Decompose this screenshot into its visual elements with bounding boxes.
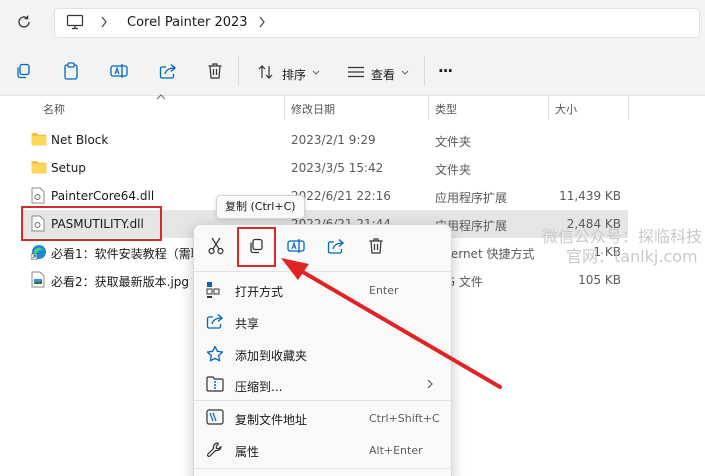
menu-item-label: 共享 xyxy=(235,317,260,331)
sort-ascending-icon xyxy=(156,94,166,100)
file-date: 2023/2/1 9:29 xyxy=(291,133,376,147)
column-divider[interactable] xyxy=(548,96,549,120)
file-name: 必看2：获取最新版本.jpg xyxy=(51,275,190,289)
view-button[interactable]: 查看 xyxy=(343,58,413,86)
trash-icon xyxy=(369,238,383,254)
menu-item-add-favorites[interactable] xyxy=(196,339,449,369)
file-size: 11,439 KB xyxy=(559,189,621,203)
menu-item-shortcut: Ctrl+Shift+C xyxy=(369,412,440,425)
file-type: 文件夹 xyxy=(435,135,472,149)
delete-button[interactable] xyxy=(204,60,226,82)
menu-item-label: 压缩到... xyxy=(235,380,283,394)
column-header-name[interactable]: 名称 xyxy=(43,101,65,117)
menu-divider xyxy=(194,468,451,469)
file-type: 文件夹 xyxy=(435,163,472,177)
share-button[interactable] xyxy=(157,60,179,82)
folder-icon xyxy=(31,132,47,146)
rename-button[interactable] xyxy=(284,234,308,258)
menu-item-share[interactable] xyxy=(196,307,449,337)
toolbar-divider xyxy=(424,56,425,86)
chevron-right-icon xyxy=(100,16,108,28)
chevron-right-icon[interactable] xyxy=(258,16,266,28)
rename-button[interactable] xyxy=(108,60,130,82)
this-pc-icon xyxy=(66,14,84,30)
file-name: PainterCore64.dll xyxy=(51,189,155,203)
share-icon xyxy=(159,64,176,79)
file-name: Net Block xyxy=(51,133,109,147)
folder-icon xyxy=(31,160,47,174)
highlight-box-copy xyxy=(237,227,276,267)
menu-item-label: 属性 xyxy=(235,445,260,459)
column-divider[interactable] xyxy=(284,96,285,120)
column-divider[interactable] xyxy=(428,96,429,120)
more-options-button[interactable]: ··· xyxy=(438,62,453,80)
column-divider[interactable] xyxy=(628,96,629,120)
sort-button[interactable]: 排序 xyxy=(254,58,324,86)
copy-icon xyxy=(17,63,30,79)
menu-item-label: 添加到收藏夹 xyxy=(235,349,308,363)
delete-button[interactable] xyxy=(364,234,388,258)
image-file-icon xyxy=(31,271,45,288)
chevron-down-icon xyxy=(401,70,409,75)
trash-icon xyxy=(208,63,222,79)
wrench-icon xyxy=(206,441,224,459)
menu-item-label: 复制文件地址 xyxy=(235,413,308,427)
chevron-down-icon xyxy=(312,70,320,75)
copy-button[interactable] xyxy=(12,60,34,82)
copy-path-icon xyxy=(206,409,224,427)
open-with-icon xyxy=(206,281,224,299)
sort-icon xyxy=(258,65,273,79)
zip-icon xyxy=(206,376,224,394)
dll-file-icon xyxy=(31,187,45,204)
cut-button[interactable] xyxy=(204,234,228,258)
scissors-icon xyxy=(208,237,224,255)
menu-divider xyxy=(194,400,451,401)
menu-item-shortcut: Enter xyxy=(369,284,399,297)
refresh-icon xyxy=(18,15,30,28)
share-icon xyxy=(206,313,224,331)
share-icon xyxy=(327,239,344,254)
sort-label: 排序 xyxy=(282,68,307,82)
file-size: 105 KB xyxy=(578,273,621,287)
highlight-box-file xyxy=(21,206,162,241)
view-label: 查看 xyxy=(371,68,396,82)
file-name: Setup xyxy=(51,161,86,175)
watermark-text: 官网：tanlkj.com xyxy=(566,247,698,266)
paste-icon xyxy=(64,62,78,80)
file-type: 应用程序扩展 xyxy=(435,191,508,205)
file-name: 必看1：软件安装教程（需联网） xyxy=(51,247,193,261)
toolbar-divider xyxy=(238,56,239,86)
rename-icon xyxy=(110,64,128,78)
menu-item-compress[interactable] xyxy=(196,370,449,400)
menu-divider xyxy=(194,271,451,272)
refresh-button[interactable] xyxy=(15,13,33,31)
chevron-right-icon xyxy=(427,379,433,389)
file-date: 2023/3/5 15:42 xyxy=(291,161,384,175)
edge-shortcut-icon xyxy=(31,244,47,260)
menu-item-label: 打开方式 xyxy=(235,285,284,299)
menu-item-shortcut: Alt+Enter xyxy=(369,444,423,457)
breadcrumb-folder[interactable]: Corel Painter 2023 xyxy=(127,15,248,30)
share-button[interactable] xyxy=(324,234,348,258)
star-icon xyxy=(206,345,224,363)
file-date: 2022/6/21 22:16 xyxy=(291,189,391,203)
column-header-date[interactable]: 修改日期 xyxy=(291,101,335,117)
copy-tooltip: 复制 (Ctrl+C) xyxy=(216,195,305,219)
paste-button[interactable] xyxy=(60,60,82,82)
menu-item-open-with[interactable] xyxy=(196,275,449,305)
view-icon xyxy=(348,66,364,78)
rename-icon xyxy=(287,239,305,253)
column-header-type[interactable]: 类型 xyxy=(435,101,457,117)
column-header-size[interactable]: 大小 xyxy=(555,101,577,117)
